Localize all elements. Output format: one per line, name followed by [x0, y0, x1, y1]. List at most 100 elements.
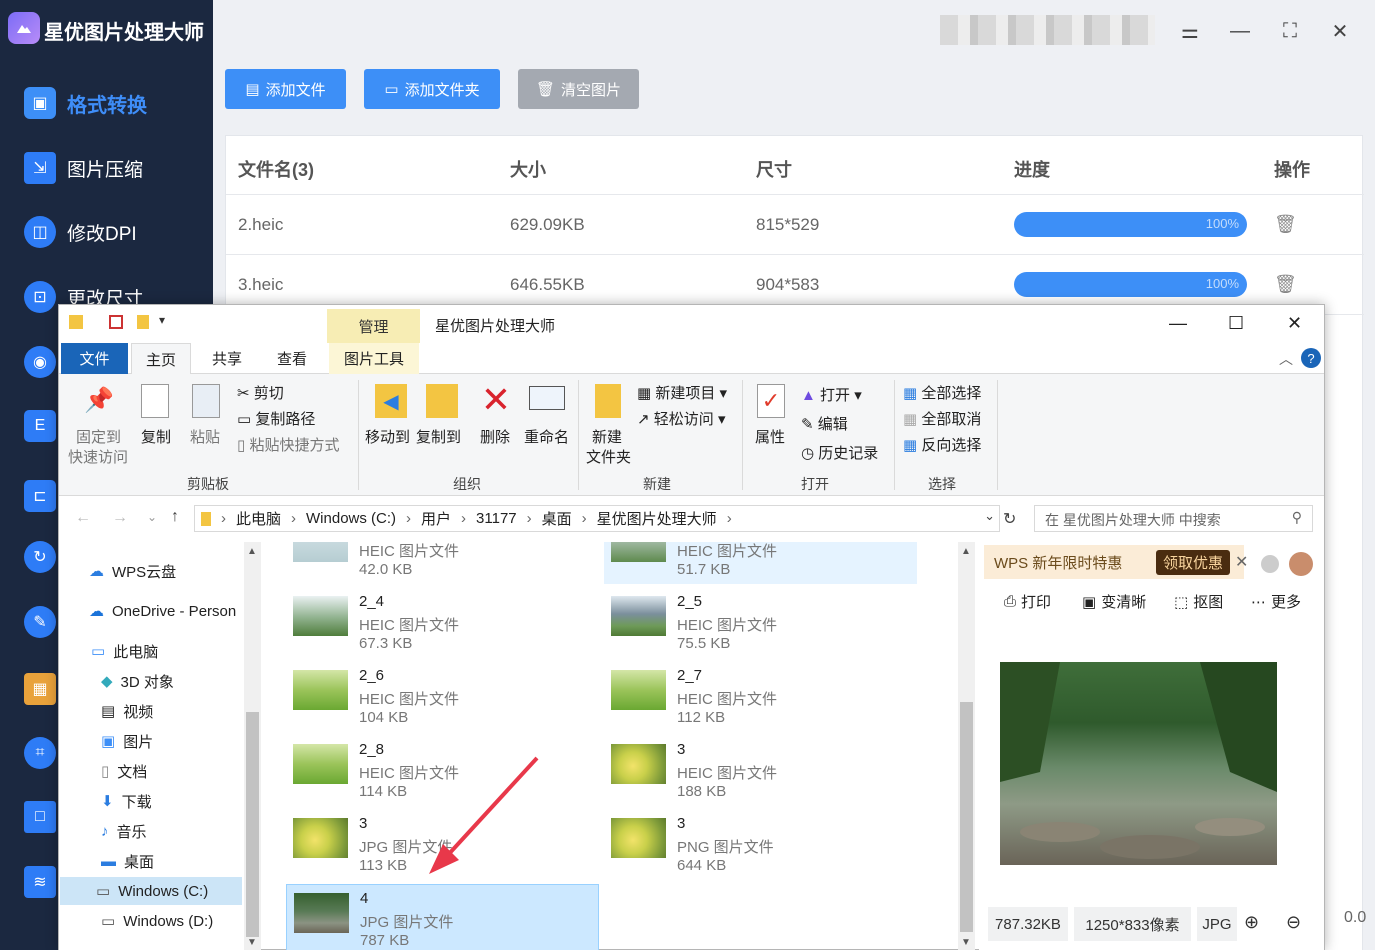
move-to-button[interactable]: 移动到: [365, 426, 410, 447]
add-file-button[interactable]: ▤ 添加文件: [225, 69, 346, 109]
breadcrumb-current[interactable]: 星优图片处理大师: [597, 508, 717, 529]
scroll-down-icon[interactable]: ▼: [247, 937, 257, 948]
nav-downloads[interactable]: ⬇ 下载: [101, 787, 152, 815]
nav-dpi[interactable]: ◫ 修改DPI: [0, 207, 213, 257]
add-folder-button[interactable]: ▭ 添加文件夹: [364, 69, 500, 109]
close-icon[interactable]: ✕: [1326, 17, 1354, 45]
crop-icon[interactable]: ⊏: [24, 480, 56, 512]
file-item[interactable]: 2_6 HEIC 图片文件 104 KB: [286, 662, 599, 732]
collapse-ribbon-icon[interactable]: ︿: [1279, 349, 1293, 369]
tab-view[interactable]: 查看: [262, 343, 322, 374]
nav-this-pc[interactable]: ▭ 此电脑: [91, 637, 158, 665]
nav-music[interactable]: ♪ 音乐: [101, 817, 147, 845]
file-item[interactable]: 4 JPG 图片文件 787 KB: [286, 884, 599, 950]
nav-onedrive[interactable]: ☁ OneDrive - Person: [89, 597, 236, 625]
maximize-icon[interactable]: ⛶: [1276, 17, 1304, 45]
properties-button[interactable]: 属性: [755, 426, 785, 447]
history-button[interactable]: ◷ 历史记录: [801, 442, 878, 463]
pin-label-2[interactable]: 快速访问: [68, 446, 128, 467]
refresh-icon[interactable]: ↻: [1003, 509, 1016, 529]
copy-to-button[interactable]: 复制到: [416, 426, 461, 447]
new-folder-label-1[interactable]: 新建: [592, 426, 622, 447]
scroll-up-icon[interactable]: ▲: [247, 546, 257, 557]
file-scrollbar[interactable]: ▲ ▼: [958, 542, 975, 950]
manage-context-tab[interactable]: 管理: [327, 309, 420, 343]
back-icon[interactable]: ←: [75, 509, 91, 527]
file-item[interactable]: HEIC 图片文件 42.0 KB: [286, 542, 599, 584]
forward-icon[interactable]: →: [112, 509, 128, 527]
properties-check-icon[interactable]: [109, 315, 123, 329]
rotate-icon[interactable]: ↻: [24, 541, 56, 573]
new-folder-quick-icon[interactable]: [137, 315, 149, 329]
file-item[interactable]: 2_7 HEIC 图片文件 112 KB: [604, 662, 917, 732]
breadcrumb-user[interactable]: 31177: [476, 510, 517, 527]
nav-drive-c[interactable]: ▭ Windows (C:): [60, 877, 242, 905]
select-all-button[interactable]: ▦ 全部选择: [903, 382, 981, 403]
nav-scroll-thumb[interactable]: [246, 712, 259, 937]
nav-format-convert[interactable]: ▣ 格式转换: [0, 78, 213, 128]
pen-icon[interactable]: ✎: [24, 606, 56, 638]
easy-access-button[interactable]: ↗ 轻松访问 ▾: [637, 408, 725, 429]
file-scroll-thumb[interactable]: [960, 702, 973, 932]
wps-claim-button[interactable]: 领取优惠: [1156, 550, 1230, 575]
rename-button[interactable]: 重命名: [524, 426, 569, 447]
file-item[interactable]: 3 PNG 图片文件 644 KB: [604, 810, 917, 880]
user-avatar[interactable]: [940, 15, 1155, 45]
copy-button[interactable]: 复制: [141, 426, 171, 447]
text-icon[interactable]: E: [24, 410, 56, 442]
paste-shortcut-button[interactable]: ▯ 粘贴快捷方式: [237, 434, 339, 455]
breadcrumb-desktop[interactable]: 桌面: [542, 508, 572, 529]
zoom-out-icon[interactable]: ⊖: [1286, 912, 1301, 933]
scroll-up-icon[interactable]: ▲: [961, 546, 971, 557]
maximize-icon[interactable]: ☐: [1228, 313, 1244, 334]
frame-icon[interactable]: □: [24, 801, 56, 833]
new-item-button[interactable]: ▦ 新建项目 ▾: [637, 382, 727, 403]
nav-wps-cloud[interactable]: ☁ WPS云盘: [89, 557, 176, 585]
tab-home[interactable]: 主页: [131, 343, 191, 374]
more-button[interactable]: ⋯ 更多: [1251, 591, 1301, 612]
cut-button[interactable]: ✂ 剪切: [237, 382, 284, 403]
tab-picture-tools[interactable]: 图片工具: [329, 343, 419, 374]
close-icon[interactable]: ✕: [1287, 313, 1302, 334]
paste-button[interactable]: 粘贴: [190, 426, 220, 447]
nav-documents[interactable]: ▯ 文档: [101, 757, 147, 785]
help-icon[interactable]: ?: [1301, 348, 1321, 368]
recent-locations-icon[interactable]: ⌄: [147, 510, 157, 524]
address-bar[interactable]: › 此电脑 › Windows (C:) › 用户 › 31177 › 桌面 ›…: [194, 505, 1000, 532]
delete-row-icon[interactable]: 🗑: [1274, 274, 1297, 295]
edit-face-icon[interactable]: ◉: [24, 346, 56, 378]
enhance-button[interactable]: ▣ 变清晰: [1082, 591, 1146, 612]
file-item[interactable]: 3 HEIC 图片文件 188 KB: [604, 736, 917, 806]
address-dropdown-icon[interactable]: ⌄: [984, 508, 995, 524]
invert-selection-button[interactable]: ▦ 反向选择: [903, 434, 981, 455]
nav-desktop[interactable]: ▬ 桌面: [101, 847, 154, 875]
nav-pictures[interactable]: ▣ 图片: [101, 727, 153, 755]
cutout-button[interactable]: ⬚ 抠图: [1174, 591, 1223, 612]
file-item[interactable]: 2_5 HEIC 图片文件 75.5 KB: [604, 588, 917, 658]
layers-icon[interactable]: ≋: [24, 866, 56, 898]
breadcrumb-this-pc[interactable]: 此电脑: [236, 508, 281, 529]
puzzle-icon[interactable]: ▦: [24, 673, 56, 705]
quick-access-dropdown-icon[interactable]: ▾: [159, 313, 165, 327]
nav-videos[interactable]: ▤ 视频: [101, 697, 153, 725]
cut-frame-icon[interactable]: ⌗: [24, 737, 56, 769]
breadcrumb-drive-c[interactable]: Windows (C:): [306, 510, 396, 527]
table-row[interactable]: 2.heic 629.09KB 815*529 100% 🗑: [226, 194, 1364, 254]
minimize-icon[interactable]: —: [1169, 313, 1187, 334]
file-item[interactable]: 2_4 HEIC 图片文件 67.3 KB: [286, 588, 599, 658]
avatar[interactable]: [1289, 552, 1313, 576]
new-folder-label-2[interactable]: 文件夹: [586, 446, 631, 467]
clear-images-button[interactable]: 🗑 清空图片: [518, 69, 639, 109]
delete-button[interactable]: 删除: [480, 426, 510, 447]
minimize-icon[interactable]: —: [1226, 17, 1254, 45]
delete-row-icon[interactable]: 🗑: [1274, 214, 1297, 235]
breadcrumb-users[interactable]: 用户: [421, 508, 451, 529]
pin-label-1[interactable]: 固定到: [76, 426, 121, 447]
print-button[interactable]: ⎙ 打印: [1004, 591, 1051, 612]
open-button[interactable]: ▲ 打开 ▾: [801, 384, 862, 405]
nav-3d-objects[interactable]: ◆ 3D 对象: [101, 667, 174, 695]
up-icon[interactable]: ↑: [171, 508, 179, 526]
close-promo-icon[interactable]: ✕: [1235, 552, 1248, 572]
copy-path-button[interactable]: ▭ 复制路径: [237, 408, 315, 429]
file-item[interactable]: HEIC 图片文件 51.7 KB: [604, 542, 917, 584]
